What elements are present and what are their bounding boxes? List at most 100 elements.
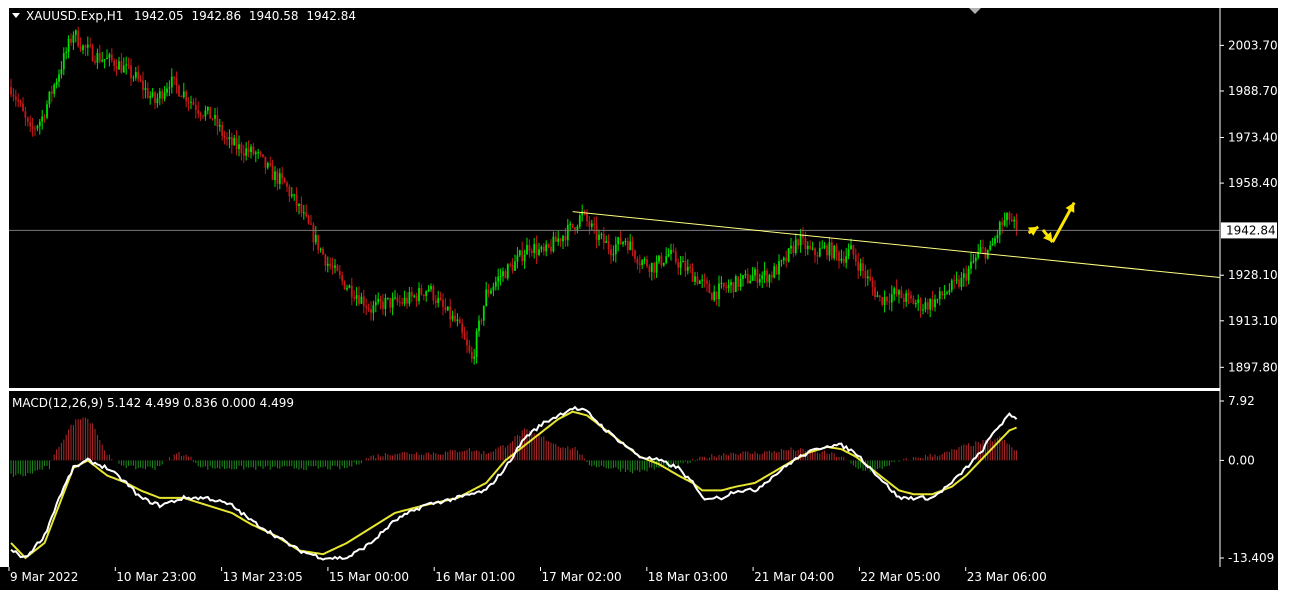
candle-body xyxy=(914,302,917,305)
candle-body xyxy=(158,91,161,99)
candle-body xyxy=(605,241,608,243)
candle-body xyxy=(842,258,845,263)
candle-body xyxy=(739,278,742,287)
candle-body xyxy=(701,279,704,281)
candle-body xyxy=(725,286,728,289)
candle-body xyxy=(14,96,17,100)
candle-body xyxy=(103,59,106,61)
candle-body xyxy=(314,234,317,243)
candle-body xyxy=(120,61,123,73)
time-tick-label: 21 Mar 04:00 xyxy=(754,570,834,584)
candle-body xyxy=(542,246,545,252)
candle-body xyxy=(226,137,228,140)
candle-body xyxy=(658,255,660,262)
candle-body xyxy=(278,173,281,184)
candle-body xyxy=(490,290,492,294)
candle-body xyxy=(242,153,245,156)
candle-body xyxy=(137,72,140,80)
candle-body xyxy=(194,104,197,110)
candle-body xyxy=(466,339,468,346)
candle-body xyxy=(566,225,569,241)
candle-body xyxy=(902,298,905,302)
time-tick-label: 9 Mar 2022 xyxy=(10,570,78,584)
time-tick-label: 15 Mar 00:00 xyxy=(329,570,409,584)
candle-body xyxy=(888,301,891,303)
candle-body xyxy=(161,91,164,99)
candle-body xyxy=(346,287,348,290)
candle-body xyxy=(295,194,298,207)
candle-body xyxy=(974,257,977,262)
candle-body xyxy=(655,261,658,273)
candle-body xyxy=(130,65,132,78)
candle-body xyxy=(487,289,490,294)
candle-body xyxy=(238,144,240,150)
candle-body xyxy=(598,234,600,240)
candle-body xyxy=(245,148,248,156)
candle-body xyxy=(533,244,536,253)
candle-body xyxy=(413,295,416,297)
candle-body xyxy=(94,61,96,63)
candle-body xyxy=(422,294,425,296)
candle-body xyxy=(197,109,200,114)
candle-body xyxy=(593,223,596,226)
candle-body xyxy=(22,103,24,112)
candle-body xyxy=(127,64,130,66)
candle-body xyxy=(811,248,814,250)
candle-body xyxy=(972,261,975,263)
candle-body xyxy=(415,295,418,302)
macd-panel xyxy=(9,391,1220,567)
candle-body xyxy=(931,299,934,308)
candle-body xyxy=(574,227,576,231)
candle-body xyxy=(101,60,104,62)
candle-body xyxy=(982,247,984,249)
candle-body xyxy=(132,77,135,79)
symbol-label: XAUUSD.Exp,H1 xyxy=(26,9,123,23)
candle-body xyxy=(178,85,180,97)
candle-body xyxy=(348,285,351,288)
candle-body xyxy=(787,248,790,262)
candle-body xyxy=(187,101,190,103)
candle-body xyxy=(648,266,651,272)
candle-body xyxy=(254,152,257,155)
candle-body xyxy=(905,293,908,302)
candle-body xyxy=(293,194,296,196)
time-tick-label: 23 Mar 06:00 xyxy=(967,570,1047,584)
candle-body xyxy=(334,265,336,268)
candle-body xyxy=(65,51,68,54)
candle-body xyxy=(343,280,346,290)
price-tick-label: 1928.10 xyxy=(1228,268,1278,282)
candle-body xyxy=(365,306,368,308)
candle-body xyxy=(300,204,303,214)
candle-body xyxy=(878,295,881,298)
candle-body xyxy=(175,78,178,86)
candle-body xyxy=(734,276,737,293)
candle-body xyxy=(715,291,718,300)
candle-body xyxy=(257,152,260,154)
candle-body xyxy=(823,245,826,248)
candle-body xyxy=(768,274,771,283)
candle-body xyxy=(758,279,761,283)
candle-body xyxy=(206,106,209,111)
candle-body xyxy=(970,261,972,269)
candle-body xyxy=(154,92,156,104)
candle-body xyxy=(372,305,375,313)
candle-body xyxy=(331,266,334,268)
candle-body xyxy=(34,128,36,130)
candle-body xyxy=(960,277,963,287)
current-price-label: 1942.84 xyxy=(1226,223,1276,237)
candle-body xyxy=(953,280,956,282)
candle-body xyxy=(857,261,860,271)
candle-body xyxy=(240,144,243,154)
candle-body xyxy=(660,255,663,266)
candle-body xyxy=(696,276,699,284)
candle-body xyxy=(451,315,454,320)
candle-body xyxy=(156,98,159,104)
candle-body xyxy=(989,245,992,250)
candle-body xyxy=(485,289,488,306)
candle-body xyxy=(50,91,53,94)
candle-body xyxy=(710,293,713,301)
main-panel xyxy=(9,8,1220,388)
candle-body xyxy=(58,74,60,82)
candle-body xyxy=(166,88,168,93)
candle-body xyxy=(209,106,212,119)
